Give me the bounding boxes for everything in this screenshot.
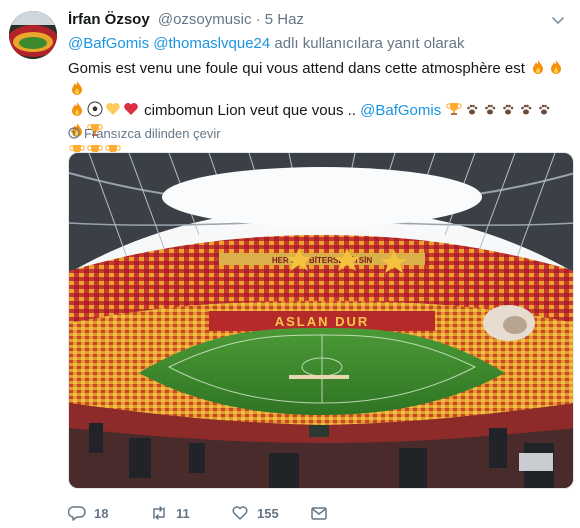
tweet-photo[interactable]: HER ŞEY BİTERSE BİTSİN ASLAN DUR — [68, 152, 574, 489]
reply-icon — [68, 506, 86, 521]
fire-emoji-icon — [533, 60, 544, 74]
red-heart-emoji-icon — [124, 103, 138, 115]
translate-label: Fransızca dilinden çevir — [84, 126, 221, 141]
author-handle[interactable]: @ozsoymusic — [158, 11, 252, 28]
heart-icon — [232, 506, 248, 520]
fire-emoji-icon — [72, 102, 82, 116]
like-action[interactable]: 155 — [231, 503, 279, 523]
globe-icon — [68, 127, 80, 139]
paw-prints-emoji-icon — [539, 104, 550, 115]
paw-prints-emoji-icon — [467, 104, 478, 115]
paw-prints-emoji-icon — [503, 104, 514, 115]
fire-emoji-icon — [551, 60, 562, 74]
retweet-action[interactable]: 11 — [150, 503, 190, 523]
retweet-icon — [153, 506, 165, 520]
author-name[interactable]: İrfan Özsoy — [68, 11, 150, 28]
tweet-text-line2: cimbomun Lion veut que vous .. — [144, 102, 356, 119]
stadium-photo: HER ŞEY BİTERSE BİTSİN ASLAN DUR — [69, 153, 573, 488]
reply-suffix: adlı kullanıcılara yanıt olarak — [274, 35, 465, 52]
trophy-emoji-icon — [446, 103, 463, 115]
reply-mention-thomaslvque24[interactable]: @thomaslvque24 — [153, 35, 270, 52]
separator-dot: · — [255, 11, 261, 28]
avatar-stadium-image — [9, 11, 57, 59]
reply-mention-bafgomis[interactable]: @BafGomis — [68, 35, 149, 52]
tweet[interactable]: İrfan Özsoy @ozsoymusic · 5 Haz @BafGomi… — [0, 0, 580, 528]
paw-prints-emoji-icon — [485, 104, 496, 115]
avatar[interactable] — [9, 11, 57, 59]
retweet-count: 11 — [176, 505, 190, 521]
fire-emoji-icon — [72, 81, 82, 95]
translate-tweet-link[interactable]: Fransızca dilinden çevir — [68, 125, 221, 143]
paw-prints-emoji-icon — [521, 104, 532, 115]
soccer-ball-emoji-icon — [87, 101, 103, 117]
tweet-header: İrfan Özsoy @ozsoymusic · 5 Haz — [68, 10, 304, 30]
like-count: 155 — [257, 505, 279, 521]
tweet-text-line1: Gomis est venu une foule qui vous attend… — [68, 60, 525, 77]
mention-bafgomis[interactable]: @BafGomis — [360, 102, 441, 119]
tweet-text: Gomis est venu une foule qui vous attend… — [68, 58, 568, 163]
reply-context: @BafGomis @thomaslvque24 adlı kullanıcıl… — [68, 34, 465, 54]
tweet-timestamp[interactable]: 5 Haz — [265, 11, 304, 28]
envelope-icon — [311, 507, 327, 520]
stand-banner-text: ASLAN DUR — [275, 314, 370, 329]
chevron-down-icon[interactable] — [550, 12, 566, 28]
direct-message-action[interactable] — [310, 503, 328, 523]
yellow-heart-emoji-icon — [106, 103, 120, 115]
reply-action[interactable]: 18 — [68, 503, 108, 523]
reply-count: 18 — [94, 505, 109, 521]
